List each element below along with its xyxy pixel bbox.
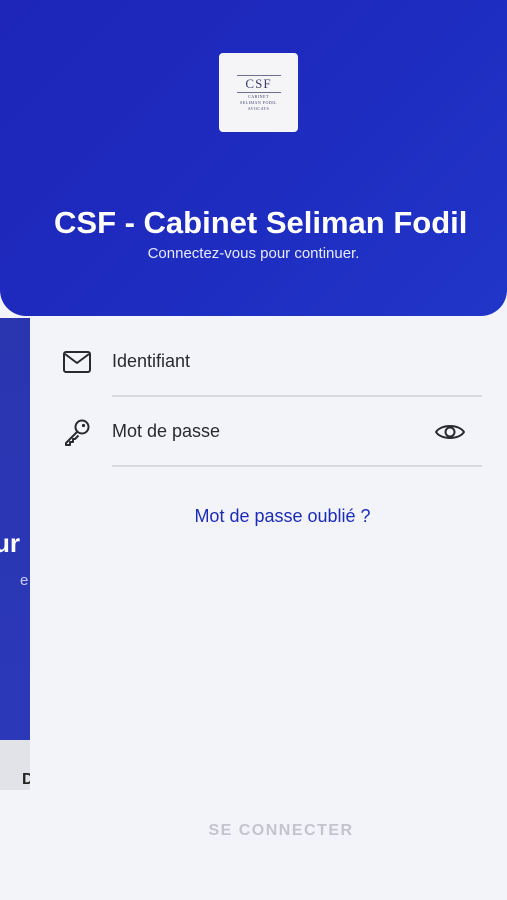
password-underline — [112, 465, 482, 467]
app-subtitle: Connectez-vous pour continuer. — [147, 245, 360, 262]
company-logo: CSF CABINET SELIMAN FODIL AVOCATS — [219, 53, 298, 132]
password-field[interactable]: Mot de passe — [60, 415, 482, 485]
identifier-label: Identifiant — [112, 351, 191, 371]
header: CSF CABINET SELIMAN FODIL AVOCATS CSF - … — [0, 0, 507, 316]
eye-icon[interactable] — [433, 415, 467, 449]
mail-icon — [60, 345, 94, 379]
logo-mark: CSF — [245, 75, 272, 91]
background-footer-text: D — [22, 771, 30, 788]
identifier-field[interactable]: Identifiant — [60, 345, 482, 415]
identifier-underline — [112, 395, 482, 397]
key-icon — [60, 415, 94, 449]
background-subtitle: e — [20, 572, 29, 589]
login-button[interactable]: SE CONNECTER — [60, 812, 502, 850]
login-screen: ur e D CSF CABINET SELIMAN FODIL AVOCATS… — [0, 0, 507, 900]
password-label: Mot de passe — [112, 421, 221, 441]
app-title: CSF - Cabinet Seliman Fodil — [54, 205, 468, 240]
logo-line3: AVOCATS — [247, 105, 270, 111]
forgot-password-link[interactable]: Mot de passe oublié ? — [0, 506, 507, 527]
background-title: ur — [0, 528, 20, 558]
